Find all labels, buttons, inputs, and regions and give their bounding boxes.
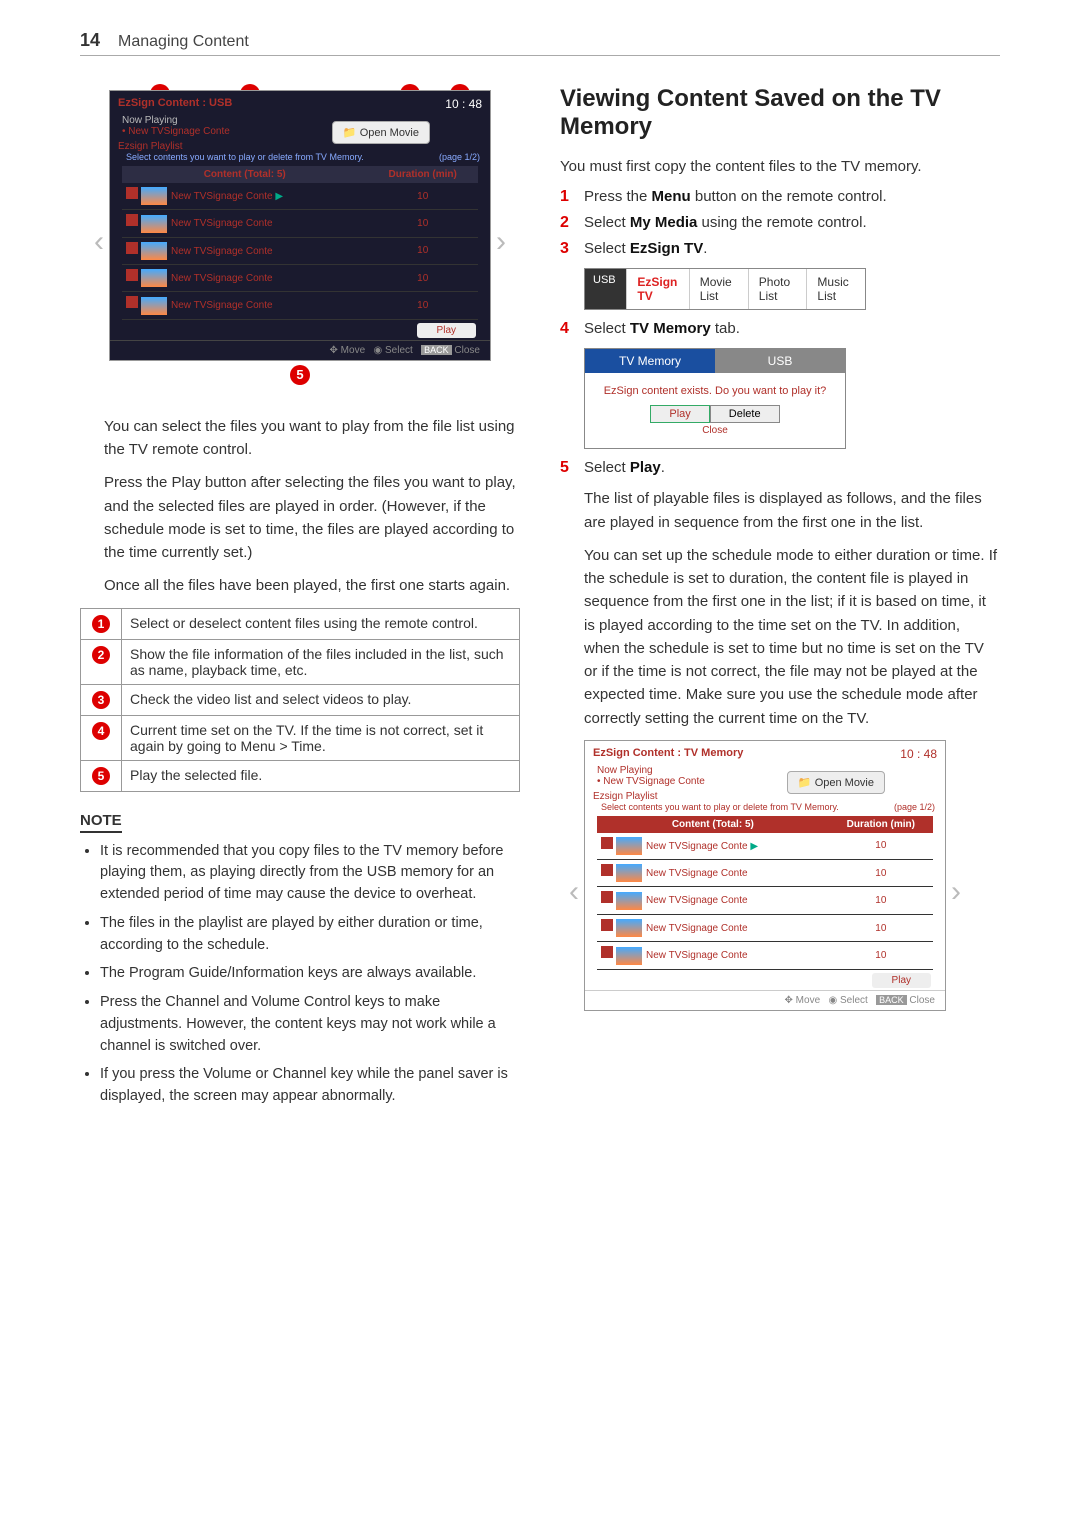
- notes-list: It is recommended that you copy files to…: [80, 841, 520, 1108]
- dialog-close[interactable]: Close: [591, 425, 839, 436]
- open-movie-button-2[interactable]: 📁 Open Movie: [787, 771, 885, 794]
- playlist-label-2: Ezsign Playlist: [585, 791, 945, 802]
- footer-move-2: ✥ Move: [785, 995, 821, 1006]
- step1: Press the Menu button on the remote cont…: [584, 188, 887, 205]
- dialog-play-button[interactable]: Play: [650, 405, 709, 423]
- table-row[interactable]: New TVSignage Conte10: [122, 210, 478, 237]
- open-movie-button[interactable]: 📁 Open Movie: [332, 121, 430, 144]
- ui-hint: Select contents you want to play or dele…: [126, 152, 364, 162]
- play-button[interactable]: Play: [417, 323, 476, 338]
- tab-musiclist[interactable]: Music List: [806, 269, 865, 309]
- right-heading: Viewing Content Saved on the TV Memory: [560, 85, 1000, 141]
- table-row[interactable]: New TVSignage Conte10: [597, 942, 933, 969]
- ui-title: EzSign Content : USB: [110, 91, 490, 115]
- chevron-right-icon: ›: [951, 875, 961, 909]
- table-row[interactable]: New TVSignage Conte10: [597, 860, 933, 887]
- legend-3: Check the video list and select videos t…: [122, 684, 520, 715]
- usb-tabs: USB EzSign TV Movie List Photo List Musi…: [584, 268, 866, 310]
- left-p3: Once all the files have been played, the…: [80, 574, 520, 597]
- table-row[interactable]: New TVSignage Conte ▶10: [597, 833, 933, 860]
- table-row[interactable]: New TVSignage Conte10: [597, 887, 933, 914]
- after5-p1: The list of playable files is displayed …: [560, 487, 1000, 534]
- legend-4: Current time set on the TV. If the time …: [122, 715, 520, 760]
- now-playing-item-2: • New TVSignage Conte: [597, 776, 705, 787]
- playlist-table-2: Content (Total: 5)Duration (min) New TVS…: [597, 816, 933, 970]
- note-item: The Program Guide/Information keys are a…: [100, 963, 520, 985]
- note-item: If you press the Volume or Channel key w…: [100, 1064, 520, 1108]
- step3: Select EzSign TV.: [584, 240, 707, 257]
- legend-2: Show the file information of the files i…: [122, 639, 520, 684]
- tab-usb[interactable]: USB: [715, 349, 845, 373]
- section-title: Managing Content: [118, 33, 249, 51]
- table-row[interactable]: New TVSignage Conte ▶10: [122, 183, 478, 210]
- callout-5: 5: [290, 365, 310, 385]
- now-playing-label-2: Now Playing: [597, 765, 653, 776]
- col-content: Content (Total: 5): [122, 166, 367, 183]
- chevron-right-icon: ›: [496, 225, 506, 259]
- tab-movielist[interactable]: Movie List: [689, 269, 748, 309]
- ui-clock-2: 10 : 48: [900, 747, 937, 761]
- table-row[interactable]: New TVSignage Conte10: [122, 237, 478, 264]
- chevron-left-icon: ‹: [94, 225, 104, 259]
- ui-ezsign-usb: ‹ › EzSign Content : USB 10 : 48 Now Pla…: [109, 90, 491, 361]
- tab-photolist[interactable]: Photo List: [748, 269, 807, 309]
- right-intro: You must first copy the content files to…: [560, 155, 1000, 178]
- note-item: Press the Channel and Volume Control key…: [100, 992, 520, 1057]
- ui-pager-2: (page 1/2): [894, 802, 935, 812]
- step2: Select My Media using the remote control…: [584, 214, 867, 231]
- tab-ezsigntv[interactable]: EzSign TV: [626, 269, 688, 309]
- left-p2: Press the Play button after selecting th…: [80, 471, 520, 564]
- legend-table: 1Select or deselect content files using …: [80, 608, 520, 792]
- tabs-usb-label: USB: [585, 269, 626, 309]
- footer-select: ◉ Select: [373, 345, 412, 356]
- step5: Select Play.: [584, 459, 665, 476]
- ui-title-2: EzSign Content : TV Memory: [585, 741, 945, 765]
- now-playing-item: • New TVSignage Conte: [122, 126, 230, 137]
- now-playing-label: Now Playing: [122, 115, 178, 126]
- legend-5: Play the selected file.: [122, 760, 520, 791]
- after5-p2: You can set up the schedule mode to eith…: [560, 544, 1000, 730]
- table-row[interactable]: New TVSignage Conte10: [122, 292, 478, 319]
- ui-clock: 10 : 48: [445, 97, 482, 111]
- ui-pager: (page 1/2): [439, 152, 480, 162]
- ui-hint-2: Select contents you want to play or dele…: [601, 802, 839, 812]
- footer-close: BACK Close: [421, 345, 480, 356]
- ui-ezsign-tvmemory: ‹ › EzSign Content : TV Memory 10 : 48 N…: [584, 740, 946, 1011]
- left-p1: You can select the files you want to pla…: [80, 415, 520, 462]
- playlist-table: Content (Total: 5)Duration (min) New TVS…: [122, 166, 478, 320]
- note-heading: NOTE: [80, 812, 122, 833]
- table-row[interactable]: New TVSignage Conte10: [122, 265, 478, 292]
- tvmemory-dialog: TV Memory USB EzSign content exists. Do …: [584, 348, 846, 449]
- table-row[interactable]: New TVSignage Conte10: [597, 914, 933, 941]
- step4: Select TV Memory tab.: [584, 320, 740, 337]
- col-duration: Duration (min): [367, 166, 478, 183]
- footer-move: ✥ Move: [330, 345, 366, 356]
- footer-close-2: BACK Close: [876, 995, 935, 1006]
- tab-tvmemory[interactable]: TV Memory: [585, 349, 715, 373]
- footer-select-2: ◉ Select: [828, 995, 867, 1006]
- page-number: 14: [80, 30, 100, 51]
- note-item: The files in the playlist are played by …: [100, 913, 520, 957]
- note-item: It is recommended that you copy files to…: [100, 841, 520, 906]
- chevron-left-icon: ‹: [569, 875, 579, 909]
- play-button-2[interactable]: Play: [872, 973, 931, 988]
- legend-1: Select or deselect content files using t…: [122, 608, 520, 639]
- playlist-label: Ezsign Playlist: [110, 141, 490, 152]
- dialog-question: EzSign content exists. Do you want to pl…: [591, 385, 839, 397]
- dialog-delete-button[interactable]: Delete: [710, 405, 780, 423]
